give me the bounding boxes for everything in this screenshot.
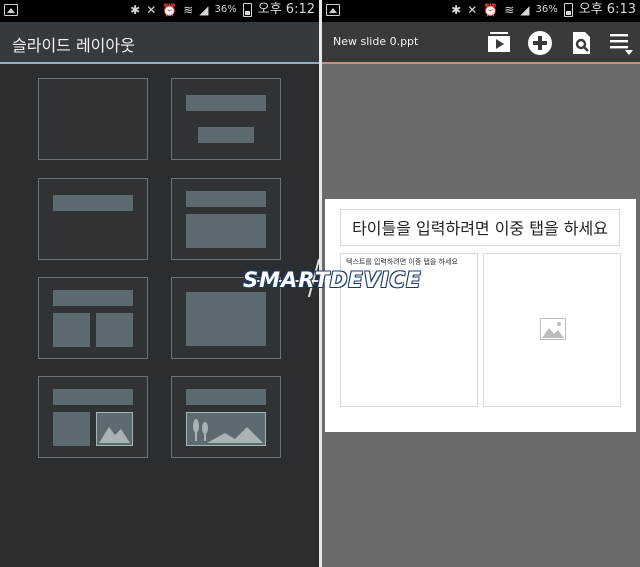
alarm-icon: ⏰: [162, 3, 178, 17]
text-block: [53, 412, 90, 446]
layout-title-content[interactable]: [171, 178, 281, 260]
add-icon: [528, 31, 552, 55]
landscape-icon: [193, 419, 263, 443]
wifi-icon: ≋: [504, 3, 515, 17]
title-block: [186, 191, 266, 207]
wifi-icon: ≋: [183, 3, 194, 17]
picture-block: [96, 412, 133, 446]
picture-placeholder[interactable]: [483, 253, 621, 407]
content-block: [186, 292, 266, 346]
battery-icon: [242, 3, 252, 17]
title-block: [53, 290, 133, 306]
slide-canvas[interactable]: 타이틀을 입력하려면 이중 탭을 하세요 텍스트를 입력하려면 이중 탭을 하세…: [325, 199, 636, 432]
screen: ✱ ✕ ⏰ ≋ ◢ 36% 오후 6:12 슬라이드 레이아웃 ✱ ✕ ⏰ ≋ …: [0, 0, 640, 567]
title-block: [186, 95, 266, 111]
gallery-notification-icon: [326, 4, 340, 16]
battery-icon: [563, 3, 573, 17]
find-button[interactable]: [568, 30, 594, 56]
clock: 오후 6:12: [257, 2, 315, 17]
mute-icon: ✕: [146, 3, 157, 17]
content-left-block: [53, 313, 90, 347]
gallery-notification-icon: [4, 4, 18, 16]
status-bar: ✱ ✕ ⏰ ≋ ◢ 36% 오후 6:12: [0, 0, 319, 22]
bluetooth-icon: ✱: [451, 3, 462, 17]
file-name: New slide 0.ppt: [333, 35, 419, 48]
menu-button[interactable]: [608, 30, 634, 56]
layout-title-picture[interactable]: [171, 376, 281, 458]
picture-icon: [540, 318, 566, 340]
search-document-icon: [573, 32, 590, 54]
picture-block: [186, 412, 266, 446]
slideshow-icon: [488, 32, 510, 52]
alarm-icon: ⏰: [483, 3, 499, 17]
subtitle-block: [198, 127, 254, 143]
battery-percent: 36%: [214, 4, 237, 15]
title-block: [53, 389, 133, 405]
watermark-logo: SMARTDEVICE: [243, 268, 422, 292]
signal-icon: ◢: [199, 3, 209, 17]
title-block: [186, 389, 266, 405]
content-right-block: [96, 313, 133, 347]
slideshow-button[interactable]: [486, 30, 512, 56]
layout-blank[interactable]: [38, 78, 148, 160]
title-placeholder[interactable]: 타이틀을 입력하려면 이중 탭을 하세요: [340, 209, 620, 246]
add-slide-button[interactable]: [527, 30, 553, 56]
layout-title-text-picture[interactable]: [38, 376, 148, 458]
battery-percent: 36%: [535, 4, 558, 15]
layout-header: 슬라이드 레이아웃: [0, 22, 319, 64]
menu-icon: [610, 34, 633, 55]
clock: 오후 6:13: [578, 2, 636, 17]
bluetooth-icon: ✱: [130, 3, 141, 17]
signal-icon: ◢: [520, 3, 530, 17]
mute-icon: ✕: [467, 3, 478, 17]
landscape-icon: [99, 427, 130, 443]
layout-title-subtitle[interactable]: [171, 78, 281, 160]
layout-two-content[interactable]: [38, 277, 148, 359]
page-title: 슬라이드 레이아웃: [12, 36, 135, 55]
status-bar: ✱ ✕ ⏰ ≋ ◢ 36% 오후 6:13: [322, 0, 640, 22]
layout-title-only[interactable]: [38, 178, 148, 260]
title-block: [53, 195, 133, 211]
document-toolbar: New slide 0.ppt: [322, 22, 640, 64]
content-block: [186, 214, 266, 248]
